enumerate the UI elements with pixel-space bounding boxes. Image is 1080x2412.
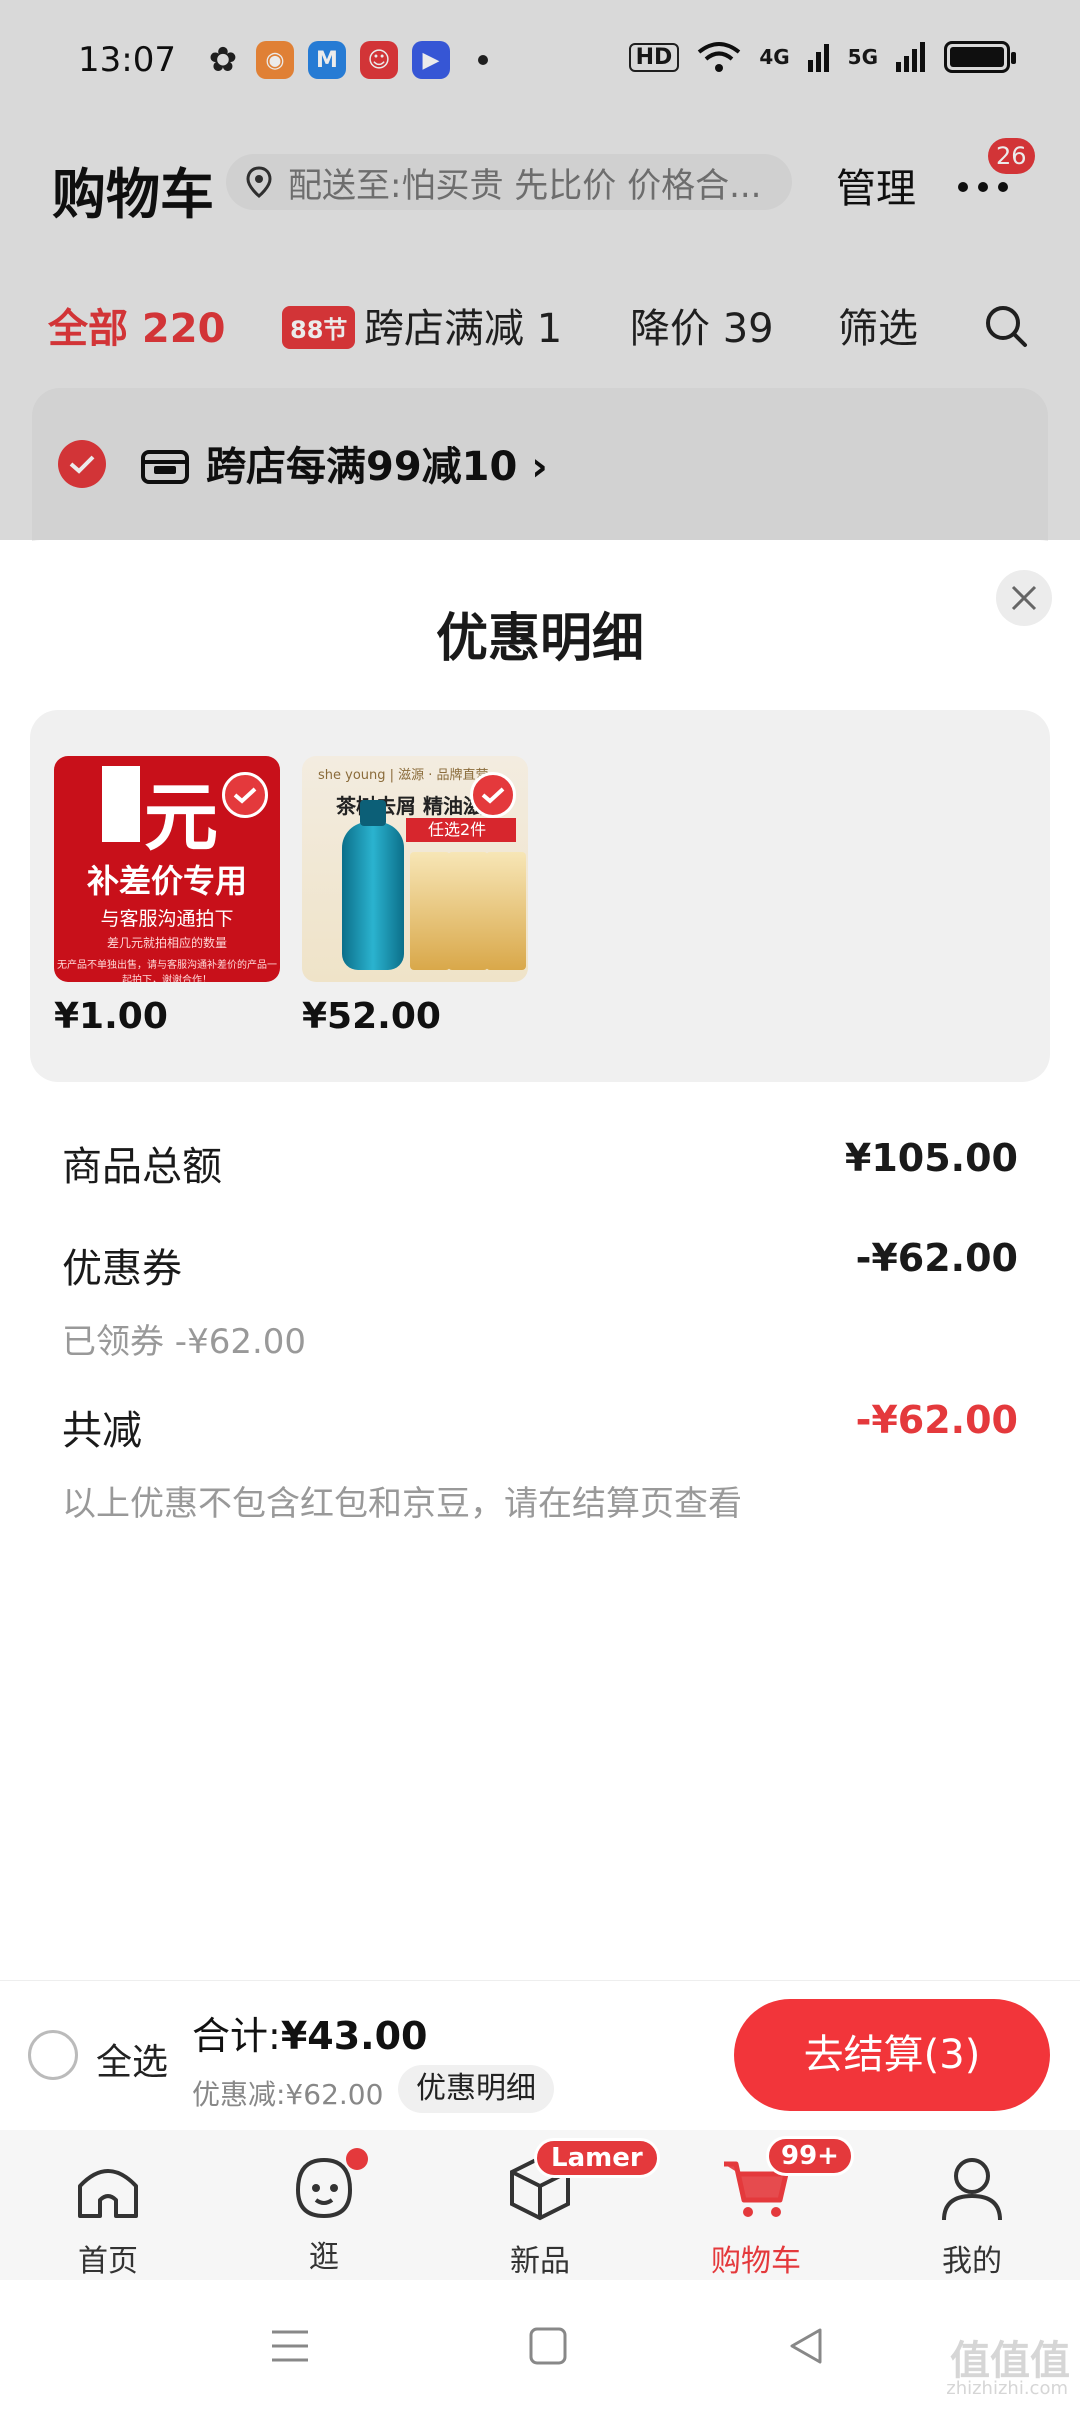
checkout-button[interactable]: 去结算(3) xyxy=(734,1999,1050,2111)
tab-home[interactable]: 首页 xyxy=(0,2150,216,2280)
tab-label: 我的 xyxy=(942,2244,1002,2279)
tab-label: 购物车 xyxy=(711,2244,801,2279)
total-price: 合计:¥43.00 xyxy=(192,2005,427,2060)
discount-note: 以上优惠不包含红包和京豆，请在结算页查看 xyxy=(62,1484,742,1524)
system-navigation-bar xyxy=(0,2280,1080,2412)
notification-dot xyxy=(346,2148,368,2170)
select-all-label[interactable]: 全选 xyxy=(96,2033,168,2085)
product-image[interactable]: she young | 滋源 · 品牌直营 茶树去屑 精油滋 任选2件 xyxy=(302,756,528,982)
close-icon xyxy=(1011,585,1037,611)
total-reduce-label: 共减 xyxy=(62,1408,142,1454)
total-value: ¥43.00 xyxy=(280,2014,428,2058)
goods-total-label: 商品总额 xyxy=(62,1144,222,1190)
tab-me[interactable]: 我的 xyxy=(864,2150,1080,2280)
product-image-band: 任选2件 xyxy=(406,818,516,842)
tab-label: 首页 xyxy=(78,2244,138,2279)
selected-check-icon xyxy=(470,772,516,818)
product-image-line4: 无产品不单独出售，请与客服沟通补差价的产品一起拍下，谢谢合作！ xyxy=(57,960,277,982)
dim-overlay xyxy=(0,0,1080,540)
checkout-bar: 全选 合计:¥43.00 优惠减:¥62.00 优惠明细 去结算(3) xyxy=(0,1980,1080,2130)
bottom-tab-bar: 首页 逛 新品 购物车 我的 Lamer 99+ xyxy=(0,2130,1080,2280)
watermark-url: zhizhizhi.com xyxy=(946,2378,1068,2399)
tab-browse[interactable]: 逛 xyxy=(216,2148,432,2276)
sheet-title: 优惠明细 xyxy=(435,609,644,669)
browse-face-icon xyxy=(286,2148,368,2226)
tab-label: 新品 xyxy=(510,2244,570,2279)
coupon-claimed-sub: 已领券 -¥62.00 xyxy=(62,1322,307,1362)
product-price: ¥52.00 xyxy=(302,996,441,1037)
number-one-graphic xyxy=(102,766,140,842)
product-item[interactable]: 元 补差价专用 与客服沟通拍下 差几元就拍相应的数量 无产品不单独出售，请与客服… xyxy=(54,756,280,1037)
coupon-label: 优惠券 xyxy=(62,1246,182,1292)
profile-icon xyxy=(942,2158,1002,2221)
total-label: 合计: xyxy=(192,2014,281,2058)
close-button[interactable] xyxy=(996,570,1052,626)
product-item[interactable]: she young | 滋源 · 品牌直营 茶树去屑 精油滋 任选2件 ¥52.… xyxy=(302,756,528,1037)
discount-detail-button[interactable]: 优惠明细 xyxy=(398,2065,554,2113)
tab-label: 逛 xyxy=(309,2240,339,2275)
cart-count-badge: 99+ xyxy=(766,2136,854,2176)
home-square-icon[interactable] xyxy=(526,2324,570,2368)
goods-total-value: ¥105.00 xyxy=(844,1136,1018,1180)
product-image-line1: 补差价专用 xyxy=(86,862,247,900)
menu-icon[interactable] xyxy=(268,2324,312,2368)
product-image[interactable]: 元 补差价专用 与客服沟通拍下 差几元就拍相应的数量 无产品不单独出售，请与客服… xyxy=(54,756,280,982)
tube-graphic xyxy=(486,852,526,970)
new-tab-tag: Lamer xyxy=(534,2138,660,2178)
product-image-big-text: 元 xyxy=(144,775,218,861)
shampoo-bottle-graphic xyxy=(342,800,404,970)
total-reduce-value: -¥62.00 xyxy=(855,1398,1018,1442)
product-image-brand: she young | 滋源 · 品牌直营 xyxy=(318,768,489,783)
back-icon[interactable] xyxy=(784,2324,828,2368)
product-price: ¥1.00 xyxy=(54,996,168,1037)
discount-detail-sheet: 优惠明细 元 补差价专用 与客服沟通拍下 差几元就拍相应的数量 无产品不单独出售… xyxy=(0,540,1080,1980)
coupon-value: -¥62.00 xyxy=(855,1236,1018,1280)
selected-check-icon xyxy=(222,772,268,818)
discount-summary: 优惠减:¥62.00 xyxy=(192,2078,384,2111)
tube-graphic xyxy=(448,852,488,970)
home-icon xyxy=(78,2169,138,2218)
products-strip: 元 补差价专用 与客服沟通拍下 差几元就拍相应的数量 无产品不单独出售，请与客服… xyxy=(30,710,1050,1082)
product-image-headline: 茶树去屑 精油滋 xyxy=(336,794,483,818)
product-image-line3: 差几元就拍相应的数量 xyxy=(106,936,227,950)
select-all-checkbox[interactable] xyxy=(28,2030,78,2080)
tube-graphic xyxy=(410,852,450,970)
product-image-line2: 与客服沟通拍下 xyxy=(100,908,234,930)
